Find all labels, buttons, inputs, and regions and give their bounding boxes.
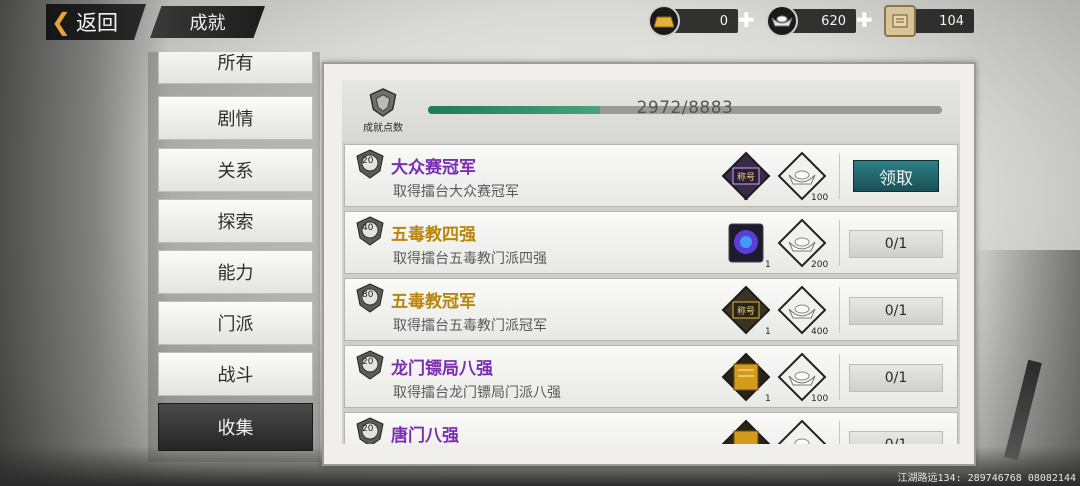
row-divider	[839, 220, 840, 266]
back-button[interactable]: ❮ 返回	[46, 4, 146, 40]
reward-slot[interactable]: 200	[777, 218, 829, 270]
points-value: 20	[362, 156, 374, 166]
achievement-row: 80 五毒教冠军 取得擂台五毒教门派冠军 称号 1 400 0/1	[344, 278, 958, 341]
ink-wash-left	[0, 0, 170, 486]
reward-slot[interactable]: 1	[721, 352, 771, 404]
reward-slot[interactable]: 400	[777, 285, 829, 337]
gold-bar-icon	[648, 5, 680, 37]
poison-orb-icon	[728, 223, 764, 263]
title-plaque-gold-icon: 称号	[721, 285, 771, 335]
reward-count: 200	[811, 260, 829, 270]
watermark-text: 江湖路远134: 289746768 08082144	[897, 473, 1076, 484]
achievement-desc: 取得擂台五毒教门派四强	[393, 251, 547, 267]
add-gold-plus-icon[interactable]: ✚	[738, 8, 755, 32]
points-value: 20	[362, 357, 374, 367]
reward-slot[interactable]: 100	[777, 151, 829, 203]
nav-item-story[interactable]: 剧情	[158, 96, 313, 140]
shield-emblem-icon	[369, 88, 397, 117]
row-divider	[839, 421, 840, 444]
chevron-left-icon: ❮	[50, 8, 72, 36]
currency-scroll: 104	[884, 5, 974, 37]
achievement-row: 20 唐门八强 0/1	[344, 412, 958, 444]
reward-slot[interactable]	[777, 419, 827, 444]
reward-count: 100	[811, 193, 829, 203]
points-value: 80	[362, 290, 374, 300]
reward-slot[interactable]: 1	[721, 218, 771, 270]
category-nav: 所有 剧情 关系 探索 能力 门派 战斗 收集	[148, 52, 320, 462]
silver-ingot-icon	[766, 5, 798, 37]
nav-item-all[interactable]: 所有	[158, 52, 313, 84]
achievement-row: 20 大众赛冠军 取得擂台大众赛冠军 称号 1 100 领取	[344, 144, 958, 207]
silver-ingot-icon	[777, 419, 827, 444]
achievement-desc: 取得擂台大众赛冠军	[393, 184, 519, 200]
add-silver-plus-icon[interactable]: ✚	[856, 8, 873, 32]
nav-item-ability[interactable]: 能力	[158, 250, 313, 294]
reward-slot[interactable]: 100	[777, 352, 829, 404]
points-emblem: 成就点数	[358, 88, 408, 134]
scroll-icon	[884, 5, 916, 37]
row-divider	[839, 354, 840, 400]
reward-count: 1	[765, 327, 771, 337]
nav-item-relations[interactable]: 关系	[158, 148, 313, 192]
currency-silver: 620	[766, 5, 856, 37]
reward-count: 100	[811, 394, 829, 404]
row-divider	[839, 153, 840, 199]
achievement-row: 40 五毒教四强 取得擂台五毒教门派四强 1 200 0/1	[344, 211, 958, 274]
achievement-title: 大众赛冠军	[391, 158, 476, 178]
progress-counter: 0/1	[849, 230, 943, 258]
progress-counter: 0/1	[849, 297, 943, 325]
golden-manual-icon	[721, 352, 771, 402]
back-label: 返回	[76, 11, 118, 35]
points-summary: 成就点数 2972/8883	[342, 80, 960, 142]
reward-count: 1	[765, 260, 771, 270]
nav-item-collection[interactable]: 收集	[158, 403, 313, 451]
nav-item-combat[interactable]: 战斗	[158, 352, 313, 396]
achievement-title: 龙门镖局八强	[391, 359, 493, 379]
points-progress-text: 2972/8883	[636, 98, 734, 118]
row-divider	[839, 287, 840, 333]
reward-slot[interactable]: 称号 1	[721, 285, 771, 337]
reward-count: 400	[811, 327, 829, 337]
currency-gold: 0	[648, 5, 738, 37]
achievement-row: 20 龙门镖局八强 取得擂台龙门镖局门派八强 1 100 0/1	[344, 345, 958, 408]
progress-counter: 0/1	[849, 364, 943, 392]
achievement-title: 五毒教四强	[391, 225, 476, 245]
achievement-title: 唐门八强	[391, 426, 459, 444]
points-value: 40	[362, 223, 374, 233]
reward-slot[interactable]: 称号 1	[721, 151, 771, 203]
svg-text:称号: 称号	[737, 305, 755, 317]
reward-count: 1	[743, 193, 749, 203]
svg-text:称号: 称号	[737, 171, 755, 183]
golden-manual-icon	[721, 419, 771, 444]
achievement-desc: 取得擂台五毒教门派冠军	[393, 318, 547, 334]
points-label: 成就点数	[363, 123, 403, 134]
progress-counter: 0/1	[849, 431, 943, 444]
page-title: 成就	[150, 6, 265, 38]
nav-item-sect[interactable]: 门派	[158, 301, 313, 345]
points-value: 20	[362, 424, 374, 434]
achievement-desc: 取得擂台龙门镖局门派八强	[393, 385, 561, 401]
claim-button[interactable]: 领取	[853, 160, 939, 192]
reward-slot[interactable]	[721, 419, 771, 444]
nav-item-explore[interactable]: 探索	[158, 199, 313, 243]
achievement-title: 五毒教冠军	[391, 292, 476, 312]
reward-count: 1	[765, 394, 771, 404]
achievement-list: 成就点数 2972/8883 20 大众赛冠军 取得擂台大众赛冠军 称号 1 1…	[342, 80, 960, 444]
